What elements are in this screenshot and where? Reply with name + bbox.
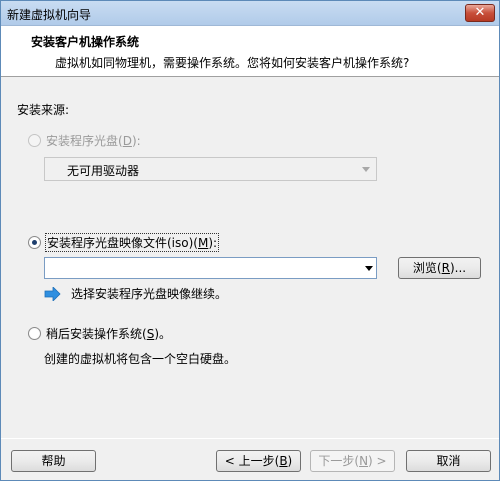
disc-radio-option[interactable]: 安装程序光盘(D): <box>28 132 141 149</box>
page-subtitle: 虚拟机如同物理机，需要操作系统。您将如何安装客户机操作系统? <box>55 56 410 70</box>
next-button[interactable]: 下一步(N) > <box>310 450 395 472</box>
page-title: 安装客户机操作系统 <box>31 35 140 49</box>
later-radio[interactable] <box>28 327 41 340</box>
disc-drive-select[interactable]: 无可用驱动器 <box>44 157 377 181</box>
iso-hint-text: 选择安装程序光盘映像继续。 <box>71 287 228 301</box>
disc-radio[interactable] <box>28 134 41 147</box>
cancel-button[interactable]: 取消 <box>406 450 491 472</box>
later-radio-label: 稍后安装操作系统(S)。 <box>46 327 171 341</box>
install-source-label: 安装来源: <box>17 103 70 117</box>
close-button[interactable]: ✕ <box>465 4 495 22</box>
footer-divider <box>1 438 499 439</box>
later-radio-option[interactable]: 稍后安装操作系统(S)。 <box>28 325 171 342</box>
arrow-right-icon <box>44 286 61 301</box>
iso-hint: 选择安装程序光盘映像继续。 <box>44 285 227 302</box>
wizard-header: 安装客户机操作系统 虚拟机如同物理机，需要操作系统。您将如何安装客户机操作系统? <box>1 26 499 77</box>
title-bar: 新建虚拟机向导 ✕ <box>1 1 499 26</box>
iso-radio[interactable] <box>28 236 41 249</box>
disc-drive-value: 无可用驱动器 <box>67 164 140 178</box>
new-vm-wizard-window: 新建虚拟机向导 ✕ 安装客户机操作系统 虚拟机如同物理机，需要操作系统。您将如何… <box>0 0 500 481</box>
iso-path-input[interactable] <box>44 257 377 279</box>
iso-radio-label: 安装程序光盘映像文件(iso)(M): <box>44 233 220 252</box>
chevron-down-icon <box>362 167 370 172</box>
window-title: 新建虚拟机向导 <box>7 8 92 22</box>
back-button[interactable]: < 上一步(B) <box>216 450 301 472</box>
browse-button[interactable]: 浏览(R)... <box>398 257 481 279</box>
help-button[interactable]: 帮助 <box>11 450 96 472</box>
disc-radio-label: 安装程序光盘(D): <box>46 134 141 148</box>
chevron-down-icon[interactable] <box>365 266 373 271</box>
later-description: 创建的虚拟机将包含一个空白硬盘。 <box>44 352 237 366</box>
iso-radio-option[interactable]: 安装程序光盘映像文件(iso)(M): <box>28 233 220 252</box>
close-icon: ✕ <box>474 5 486 20</box>
